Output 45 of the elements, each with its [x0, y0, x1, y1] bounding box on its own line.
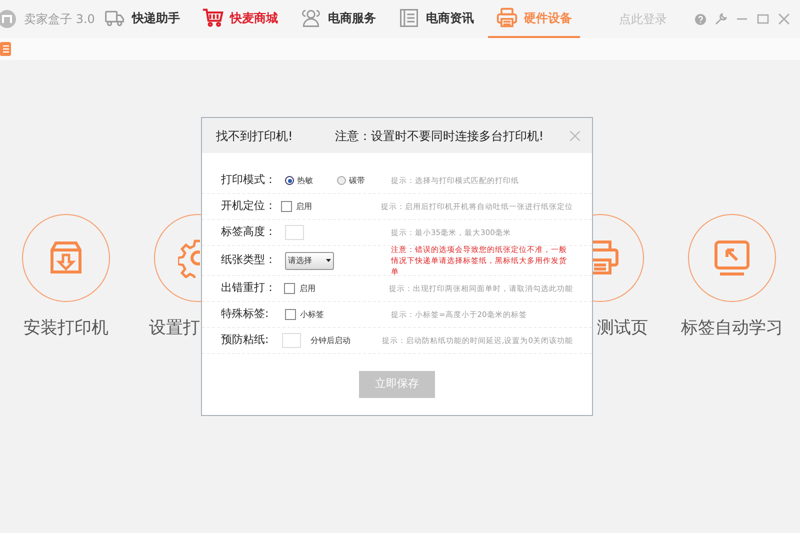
gear-icon: [178, 238, 200, 278]
checkbox[interactable]: [281, 201, 292, 212]
dialog-title: 找不到打印机!: [216, 128, 293, 144]
tile-label: 安装打印机: [24, 317, 108, 340]
people-icon: [300, 7, 322, 29]
news-icon: [398, 7, 420, 29]
document-icon[interactable]: [0, 42, 11, 56]
cart-icon: [202, 7, 224, 29]
nav-tab[interactable]: 快麦商城: [194, 0, 286, 38]
close-icon[interactable]: [570, 130, 580, 140]
radio-button[interactable]: [337, 176, 346, 185]
caret-icon: [326, 259, 331, 262]
nav-tab[interactable]: 快递助手: [96, 0, 188, 38]
radio-label: 热敏: [297, 174, 313, 186]
setting-label: 标签高度：: [221, 224, 277, 240]
checkbox-label: 启用: [299, 282, 316, 294]
checkbox-label: 小标签: [300, 308, 324, 320]
input-field[interactable]: [282, 333, 301, 348]
checkbox-label: 启用: [296, 200, 312, 212]
input-suffix: 分钟后启动: [310, 334, 351, 346]
app-name: 卖家盒子 3.0: [24, 11, 95, 28]
checkbox[interactable]: [285, 309, 296, 320]
radio-label: 碳带: [349, 174, 365, 186]
monitor-arrow-icon: [712, 238, 752, 278]
close-icon[interactable]: [778, 13, 790, 25]
setting-label: 特殊标签:: [221, 306, 270, 322]
radio-button[interactable]: [285, 176, 294, 185]
tile-label: 标签自动学习: [681, 317, 783, 340]
wrench-icon[interactable]: [715, 13, 727, 25]
setting-label: 出错重打：: [221, 280, 277, 296]
maximize-icon[interactable]: [757, 13, 769, 25]
setting-label: 打印模式：: [221, 172, 277, 188]
setting-label: 纸张类型：: [221, 252, 277, 268]
printer-icon: [496, 7, 518, 29]
setting-label: 开机定位：: [221, 198, 277, 214]
tile-label: 设置打: [149, 317, 200, 340]
input-field[interactable]: [285, 225, 304, 240]
nav-tab[interactable]: 电商服务: [292, 0, 384, 38]
setting-label: 预防粘纸:: [221, 332, 270, 348]
paper-type-select[interactable]: 请选择: [285, 252, 334, 270]
nav-tab[interactable]: 电商资讯: [390, 0, 482, 38]
dialog-notice: 注意：设置时不要同时连接多台打印机!: [334, 128, 544, 144]
tile-label: 测试页: [597, 317, 648, 340]
checkbox[interactable]: [284, 283, 296, 294]
help-icon[interactable]: [695, 14, 706, 24]
